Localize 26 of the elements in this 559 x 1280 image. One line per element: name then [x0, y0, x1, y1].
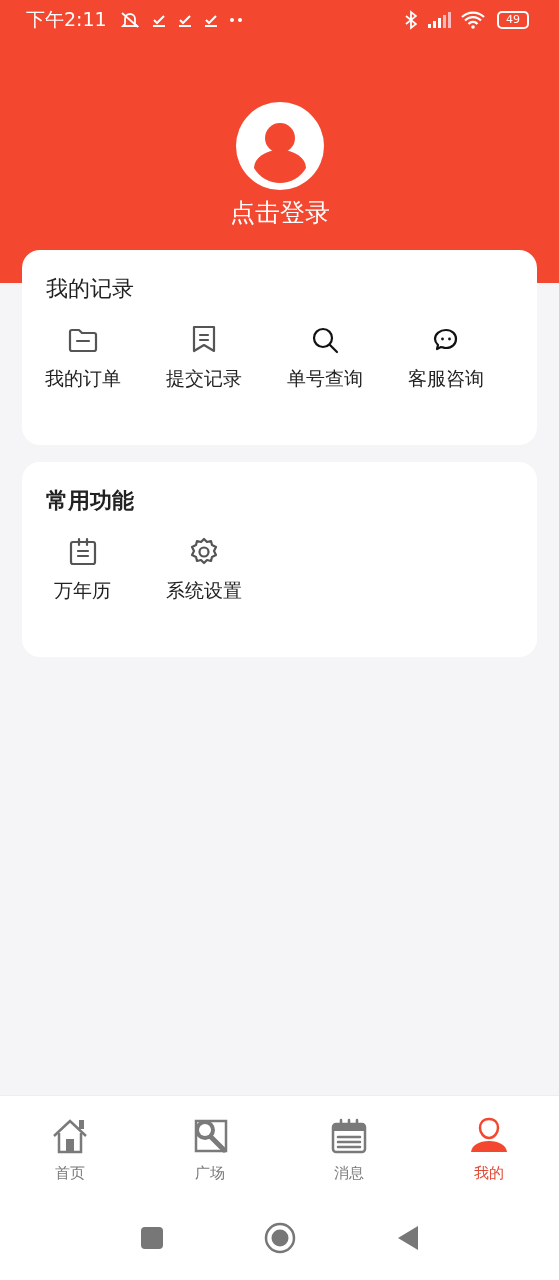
menu-item[interactable]: 提交记录	[165, 366, 242, 392]
menu-item[interactable]: 我的订单	[44, 366, 121, 392]
avatar-icon	[235, 102, 324, 190]
tab[interactable]: 消息	[279, 1096, 420, 1208]
menu-item[interactable]: 客服咨询	[407, 366, 484, 392]
section-title: 我的记录	[45, 275, 135, 303]
muted-bell-icon	[118, 11, 141, 29]
home-button[interactable]	[263, 1222, 296, 1254]
tab[interactable]: 广场	[139, 1096, 280, 1208]
section-title: 常用功能	[45, 487, 135, 515]
menu-item[interactable]: 系统设置	[165, 578, 242, 604]
signal-icon	[427, 12, 451, 28]
more-dots-icon	[228, 17, 243, 23]
menu-item[interactable]: 万年历	[54, 578, 111, 604]
login-link[interactable]: 点击登录	[229, 196, 330, 229]
wifi-icon	[461, 11, 485, 29]
battery-indicator: 49	[497, 11, 529, 29]
status-time: 下午2:11	[26, 7, 107, 32]
bluetooth-icon	[405, 10, 417, 30]
check-icon	[150, 12, 167, 28]
tab[interactable]: 我的	[419, 1096, 559, 1208]
check-icon	[176, 12, 193, 28]
check-icon	[202, 12, 219, 28]
recents-button[interactable]	[139, 1226, 164, 1250]
menu-item[interactable]: 单号查询	[286, 366, 363, 392]
tab[interactable]: 首页	[0, 1096, 140, 1208]
